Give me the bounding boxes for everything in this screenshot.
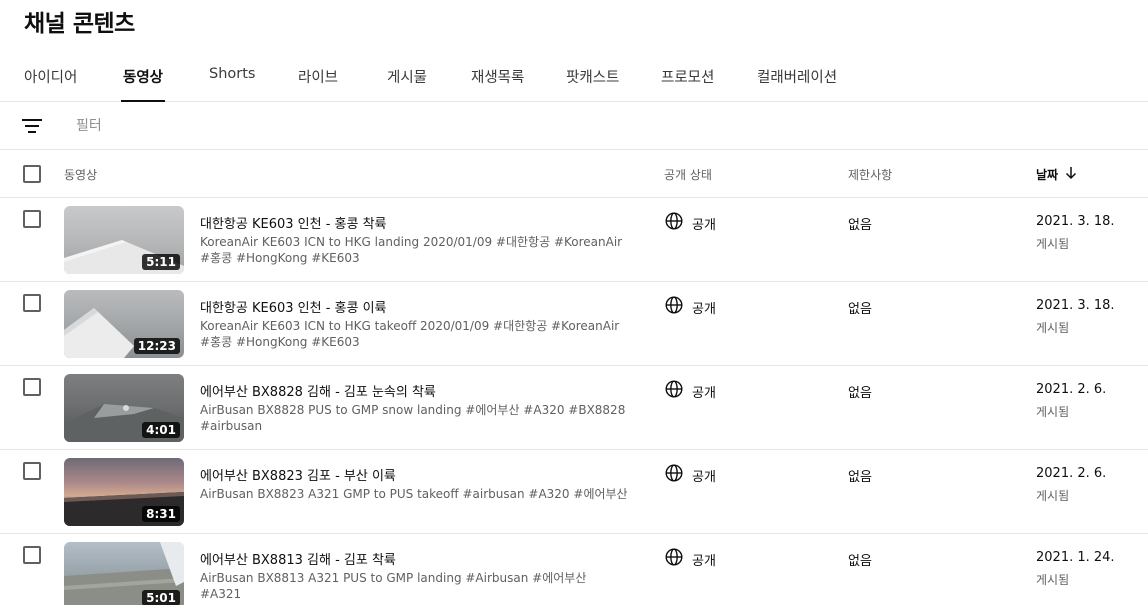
- video-description: AirBusan BX8828 PUS to GMP snow landing …: [200, 403, 626, 433]
- video-thumbnail[interactable]: 5:11: [64, 206, 184, 274]
- visibility-status[interactable]: 공개: [692, 550, 716, 569]
- arrow-down-icon[interactable]: [1064, 166, 1078, 180]
- publish-status: 게시됨: [1036, 405, 1070, 419]
- video-title[interactable]: 에어부산 BX8813 김해 - 김포 착륙: [200, 549, 396, 568]
- visibility-status[interactable]: 공개: [692, 298, 716, 317]
- tab-shorts[interactable]: Shorts: [209, 66, 255, 102]
- tab-promotions[interactable]: 프로모션: [661, 66, 714, 102]
- table-row[interactable]: 8:31 에어부산 BX8823 김포 - 부산 이륙 AirBusan BX8…: [0, 450, 1148, 534]
- tab-bar: 아이디어 동영상 Shorts 라이브 게시물 재생목록 팟캐스트 프로모션 컬…: [0, 52, 1148, 102]
- tab-live[interactable]: 라이브: [298, 66, 338, 102]
- row-checkbox[interactable]: [23, 462, 41, 480]
- visibility-status[interactable]: 공개: [692, 382, 716, 401]
- video-title[interactable]: 에어부산 BX8828 김해 - 김포 눈속의 착륙: [200, 381, 436, 400]
- video-thumbnail[interactable]: 5:01: [64, 542, 184, 605]
- filter-icon[interactable]: [22, 118, 42, 134]
- video-description: AirBusan BX8813 A321 PUS to GMP landing …: [200, 571, 587, 601]
- tab-podcasts[interactable]: 팟캐스트: [566, 66, 619, 102]
- table-row[interactable]: 12:23 대한항공 KE603 인천 - 홍콩 이륙 KoreanAir KE…: [0, 282, 1148, 366]
- globe-icon: [665, 548, 683, 566]
- video-description: KoreanAir KE603 ICN to HKG takeoff 2020/…: [200, 319, 620, 349]
- select-all-checkbox[interactable]: [23, 165, 41, 183]
- publish-date: 2021. 3. 18.: [1036, 214, 1115, 229]
- publish-date: 2021. 3. 18.: [1036, 298, 1115, 313]
- header-restrictions[interactable]: 제한사항: [848, 166, 892, 183]
- video-description: AirBusan BX8823 A321 GMP to PUS takeoff …: [200, 487, 628, 501]
- visibility-status[interactable]: 공개: [692, 466, 716, 485]
- video-duration: 12:23: [133, 338, 180, 354]
- table-row[interactable]: 5:01 에어부산 BX8813 김해 - 김포 착륙 AirBusan BX8…: [0, 534, 1148, 605]
- restrictions-value: 없음: [848, 554, 872, 569]
- video-thumbnail[interactable]: 4:01: [64, 374, 184, 442]
- video-duration: 5:11: [142, 254, 180, 270]
- restrictions-value: 없음: [848, 302, 872, 317]
- tab-videos-label: 동영상: [123, 70, 164, 86]
- tab-playlists[interactable]: 재생목록: [471, 66, 524, 102]
- restrictions-value: 없음: [848, 386, 872, 401]
- row-checkbox[interactable]: [23, 546, 41, 564]
- tab-videos[interactable]: 동영상: [121, 66, 166, 102]
- header-video: 동영상: [64, 168, 98, 182]
- filter-input[interactable]: [76, 116, 476, 136]
- row-checkbox[interactable]: [23, 294, 41, 312]
- row-checkbox[interactable]: [23, 210, 41, 228]
- video-title[interactable]: 대한항공 KE603 인천 - 홍콩 착륙: [200, 213, 387, 232]
- header-date[interactable]: 날짜: [1036, 166, 1058, 183]
- table-header: 동영상 공개 상태 제한사항 날짜: [0, 150, 1148, 198]
- tab-collaborations[interactable]: 컬래버레이션: [757, 66, 837, 102]
- filter-bar: [0, 102, 1148, 150]
- globe-icon: [665, 464, 683, 482]
- publish-date: 2021. 1. 24.: [1036, 550, 1115, 565]
- tab-ideas[interactable]: 아이디어: [24, 66, 77, 102]
- video-duration: 5:01: [142, 590, 180, 605]
- publish-status: 게시됨: [1036, 489, 1070, 503]
- table-row[interactable]: 4:01 에어부산 BX8828 김해 - 김포 눈속의 착륙 AirBusan…: [0, 366, 1148, 450]
- globe-icon: [665, 212, 683, 230]
- restrictions-value: 없음: [848, 470, 872, 485]
- globe-icon: [665, 296, 683, 314]
- publish-date: 2021. 2. 6.: [1036, 382, 1107, 397]
- video-description: KoreanAir KE603 ICN to HKG landing 2020/…: [200, 235, 623, 265]
- video-thumbnail[interactable]: 12:23: [64, 290, 184, 358]
- restrictions-value: 없음: [848, 218, 872, 233]
- visibility-status[interactable]: 공개: [692, 214, 716, 233]
- video-duration: 4:01: [142, 422, 180, 438]
- video-duration: 8:31: [142, 506, 180, 522]
- table-row[interactable]: 5:11 대한항공 KE603 인천 - 홍콩 착륙 KoreanAir KE6…: [0, 198, 1148, 282]
- row-checkbox[interactable]: [23, 378, 41, 396]
- page-title: 채널 콘텐츠: [24, 11, 135, 37]
- publish-status: 게시됨: [1036, 237, 1070, 251]
- publish-date: 2021. 2. 6.: [1036, 466, 1107, 481]
- video-title[interactable]: 대한항공 KE603 인천 - 홍콩 이륙: [200, 297, 387, 316]
- tab-posts[interactable]: 게시물: [387, 66, 427, 102]
- publish-status: 게시됨: [1036, 321, 1070, 335]
- globe-icon: [665, 380, 683, 398]
- header-visibility[interactable]: 공개 상태: [664, 166, 712, 183]
- publish-status: 게시됨: [1036, 573, 1070, 587]
- video-thumbnail[interactable]: 8:31: [64, 458, 184, 526]
- video-title[interactable]: 에어부산 BX8823 김포 - 부산 이륙: [200, 465, 396, 484]
